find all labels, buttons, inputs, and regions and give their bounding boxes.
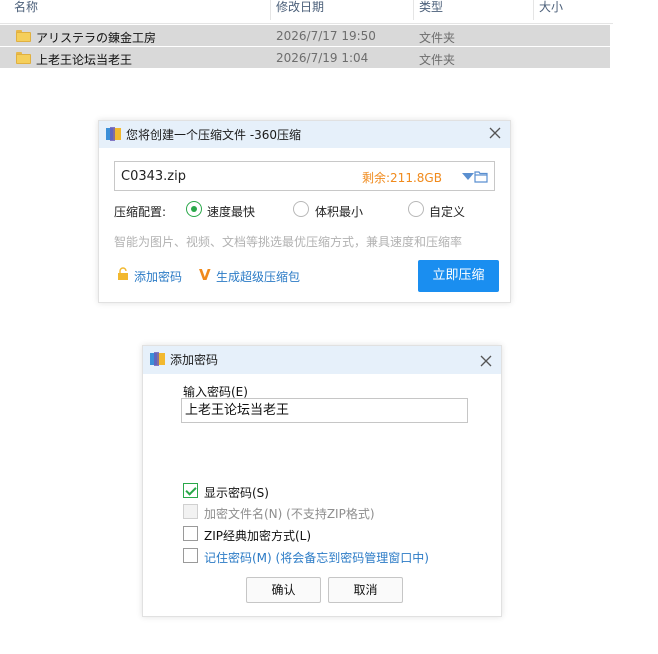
column-header-name[interactable]: 名称 xyxy=(0,0,270,20)
add-password-dialog: 添加密码 输入密码(E) 上老王论坛当老王 显示密码(S) 加密文件名(N) (… xyxy=(142,345,502,617)
column-header-size[interactable]: 大小 xyxy=(533,0,613,20)
file-name: アリステラの錬金工房 xyxy=(36,31,157,45)
compress-dialog-titlebar[interactable]: 您将创建一个压缩文件 -360压缩 xyxy=(99,121,510,148)
file-name: 上老王论坛当老王 xyxy=(36,53,133,67)
radio-smallest[interactable] xyxy=(293,201,309,217)
compress-hint-text: 智能为图片、视频、文档等挑选最优压缩方式，兼具速度和压缩率 xyxy=(114,235,463,249)
radio-fastest[interactable] xyxy=(186,201,202,217)
zip-classic-encryption-checkbox[interactable] xyxy=(183,526,198,541)
cancel-button[interactable]: 取消 xyxy=(328,577,403,603)
archive-path-value[interactable]: C0343.zip xyxy=(121,169,186,184)
remember-password-checkbox[interactable] xyxy=(183,548,198,563)
radio-fastest-label[interactable]: 速度最快 xyxy=(207,203,255,220)
folder-icon xyxy=(16,52,31,64)
folder-browse-icon[interactable] xyxy=(474,170,488,183)
add-password-link[interactable]: 添加密码 xyxy=(134,268,182,285)
vip-v-icon: V xyxy=(199,266,211,284)
file-type: 文件夹 xyxy=(419,53,456,67)
archive-path-field[interactable]: C0343.zip 剩余:211.8GB xyxy=(114,161,495,191)
password-input[interactable]: 上老王论坛当老王 xyxy=(181,398,468,423)
remember-password-label[interactable]: 记住密码(M) (将会备忘到密码管理窗口中) xyxy=(204,549,429,566)
lock-icon[interactable] xyxy=(117,267,129,280)
file-row[interactable]: アリステラの錬金工房 2026/7/17 19:50 文件夹 xyxy=(0,25,610,46)
radio-custom[interactable] xyxy=(408,201,424,217)
dialog-title: 添加密码 xyxy=(170,353,219,367)
close-icon[interactable] xyxy=(487,125,503,141)
file-modified: 2026/7/17 19:50 xyxy=(276,29,376,43)
file-type: 文件夹 xyxy=(419,31,456,45)
free-space-label: 剩余:211.8GB xyxy=(362,171,442,185)
compress-now-button[interactable]: 立即压缩 xyxy=(418,260,499,292)
file-row[interactable]: 上老王论坛当老王 2026/7/19 1:04 文件夹 xyxy=(0,47,610,68)
360-zip-app-icon xyxy=(106,127,121,141)
super-package-link[interactable]: 生成超级压缩包 xyxy=(216,268,300,285)
file-list-header: 名称 修改日期 类型 大小 xyxy=(0,0,613,24)
column-header-type[interactable]: 类型 xyxy=(413,0,533,20)
ok-button[interactable]: 确认 xyxy=(246,577,321,603)
radio-custom-label[interactable]: 自定义 xyxy=(429,203,465,220)
close-icon[interactable] xyxy=(478,353,494,369)
folder-icon xyxy=(16,30,31,42)
encrypt-filenames-checkbox xyxy=(183,504,198,519)
chevron-down-icon[interactable] xyxy=(462,173,474,180)
password-dialog-titlebar[interactable]: 添加密码 xyxy=(143,346,501,374)
360-zip-app-icon xyxy=(150,352,165,366)
compress-dialog: 您将创建一个压缩文件 -360压缩 C0343.zip 剩余:211.8GB 压… xyxy=(98,120,511,303)
dialog-title: 您将创建一个压缩文件 -360压缩 xyxy=(126,128,302,142)
file-modified: 2026/7/19 1:04 xyxy=(276,51,369,65)
column-header-modified[interactable]: 修改日期 xyxy=(270,0,413,20)
zip-classic-encryption-label[interactable]: ZIP经典加密方式(L) xyxy=(204,527,311,544)
encrypt-filenames-label: 加密文件名(N) (不支持ZIP格式) xyxy=(204,507,375,521)
radio-smallest-label[interactable]: 体积最小 xyxy=(315,203,363,220)
show-password-label[interactable]: 显示密码(S) xyxy=(204,484,269,501)
compress-config-label: 压缩配置: xyxy=(114,205,167,219)
show-password-checkbox[interactable] xyxy=(183,483,198,498)
